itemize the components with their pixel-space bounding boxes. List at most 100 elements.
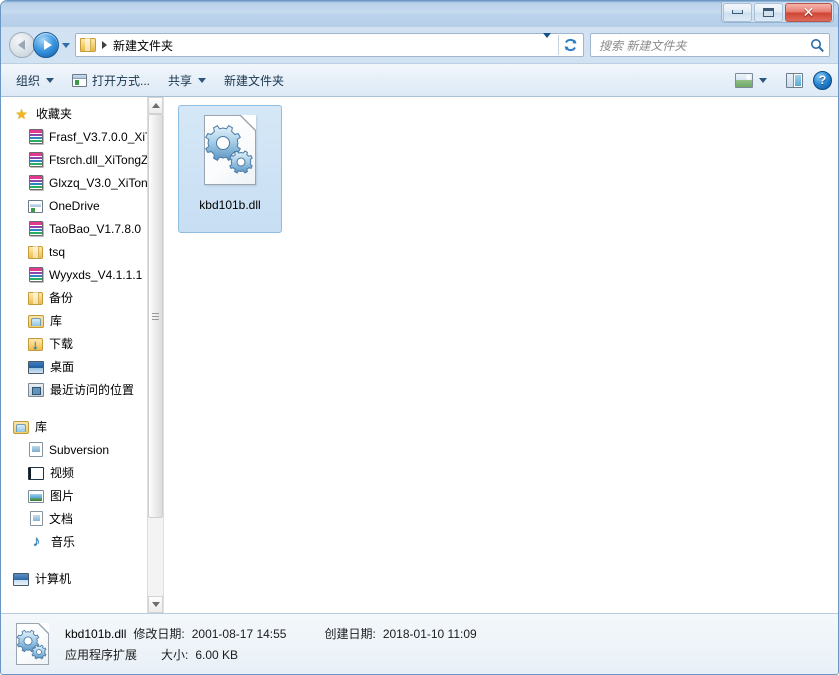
sidebar-item-wyyxds[interactable]: Wyyxds_V4.1.1.1 xyxy=(1,263,163,286)
onedrive-icon xyxy=(28,200,43,213)
folder-icon xyxy=(28,292,43,305)
details-text: kbd101b.dll 修改日期: 2001-08-17 14:55 创建日期:… xyxy=(65,625,477,663)
back-arrow-icon xyxy=(17,40,25,50)
open-with-button[interactable]: 打开方式... xyxy=(63,68,159,92)
sidebar-item-recent-places[interactable]: 最近访问的位置 xyxy=(1,378,163,401)
organize-button[interactable]: 组织 xyxy=(7,68,63,92)
preview-pane-icon[interactable] xyxy=(786,72,803,88)
sidebar-item-videos[interactable]: 视频 xyxy=(1,461,163,484)
sidebar-item-taobao[interactable]: TaoBao_V1.7.8.0 xyxy=(1,217,163,240)
navigation-scrollbar[interactable] xyxy=(147,97,163,613)
view-mode-icon xyxy=(735,72,753,88)
sidebar-item-ftsrch[interactable]: Ftsrch.dll_XiTongZhiJia xyxy=(1,148,163,171)
chevron-down-icon xyxy=(62,42,70,48)
file-item-kbd101b[interactable]: kbd101b.dll xyxy=(178,105,282,233)
breadcrumb-path[interactable]: 新建文件夹 xyxy=(113,37,173,54)
sidebar-group-label: 计算机 xyxy=(35,572,72,586)
grip-icon xyxy=(152,312,159,320)
sidebar-item-label: Glxzq_V3.0_XiTongZhiJia xyxy=(49,175,163,190)
new-folder-label: 新建文件夹 xyxy=(224,73,285,88)
maximize-button[interactable] xyxy=(754,2,783,22)
details-row-primary: kbd101b.dll 修改日期: 2001-08-17 14:55 创建日期:… xyxy=(65,625,477,642)
chevron-down-icon xyxy=(151,602,160,607)
library-icon xyxy=(13,421,29,434)
sidebar-item-desktop[interactable]: 桌面 xyxy=(1,355,163,378)
sidebar-item-label: Ftsrch.dll_XiTongZhiJia xyxy=(49,152,163,167)
sidebar-item-tsq[interactable]: tsq xyxy=(1,240,163,263)
video-icon xyxy=(28,467,44,480)
rar-archive-icon xyxy=(29,221,43,236)
address-dropdown-button[interactable] xyxy=(536,33,558,52)
scroll-up-button[interactable] xyxy=(148,97,163,114)
sidebar-group-libraries[interactable]: 库 xyxy=(1,415,163,438)
change-view-button[interactable] xyxy=(726,68,776,92)
file-type-value: 应用程序扩展 xyxy=(65,648,138,662)
address-row: 新建文件夹 搜索 新建文件夹 xyxy=(1,27,838,63)
sidebar-item-label: 库 xyxy=(50,314,63,328)
sidebar-item-label: 音乐 xyxy=(51,535,76,549)
window-controls: ✕ xyxy=(721,2,834,23)
toolbar-right-group: ? xyxy=(726,68,832,92)
star-icon: ★ xyxy=(15,105,28,122)
divider xyxy=(1,553,163,567)
close-button[interactable]: ✕ xyxy=(785,2,832,22)
folder-icon xyxy=(28,246,43,259)
sidebar-group-computer[interactable]: 计算机 xyxy=(1,567,163,590)
sidebar-item-documents[interactable]: 文档 xyxy=(1,507,163,530)
file-list-view[interactable]: kbd101b.dll xyxy=(164,97,838,613)
sidebar-item-ku[interactable]: 库 xyxy=(1,309,163,332)
recent-places-icon xyxy=(28,383,44,397)
sidebar-item-glxzq[interactable]: Glxzq_V3.0_XiTongZhiJia xyxy=(1,171,163,194)
sidebar-item-frasf[interactable]: Frasf_V3.7.0.0_XiTongZhiJia xyxy=(1,125,163,148)
sidebar-item-label: 桌面 xyxy=(50,360,75,374)
library-icon xyxy=(28,315,44,328)
downloads-icon xyxy=(28,337,43,352)
breadcrumb-separator-icon xyxy=(102,41,107,49)
gears-icon xyxy=(205,125,253,174)
back-button[interactable] xyxy=(9,32,35,58)
sidebar-item-onedrive[interactable]: OneDrive xyxy=(1,194,163,217)
sidebar-item-label: 备份 xyxy=(49,291,74,305)
created-date-label: 创建日期: xyxy=(324,627,376,641)
scroll-down-button[interactable] xyxy=(148,596,163,613)
sidebar-item-label: tsq xyxy=(49,244,66,259)
forward-button[interactable] xyxy=(33,32,59,58)
scrollbar-thumb[interactable] xyxy=(148,114,163,518)
close-icon: ✕ xyxy=(802,4,815,20)
size-label: 大小: xyxy=(161,648,189,662)
share-button[interactable]: 共享 xyxy=(159,68,215,92)
history-dropdown-button[interactable] xyxy=(59,32,73,58)
search-icon xyxy=(811,38,824,52)
documents-icon xyxy=(30,511,43,526)
sidebar-item-label: 图片 xyxy=(50,489,75,503)
scrollbar-track[interactable] xyxy=(148,114,163,596)
rar-archive-icon xyxy=(29,267,43,282)
sidebar-item-music[interactable]: ♪ 音乐 xyxy=(1,530,163,553)
refresh-button[interactable] xyxy=(559,33,581,57)
desktop-icon xyxy=(28,361,44,374)
music-icon: ♪ xyxy=(32,532,41,550)
help-icon[interactable]: ? xyxy=(813,70,832,90)
sidebar-group-label: 库 xyxy=(35,420,48,434)
sidebar-group-label: 收藏夹 xyxy=(36,107,73,121)
refresh-icon xyxy=(564,38,576,52)
search-box[interactable]: 搜索 新建文件夹 xyxy=(590,33,830,57)
sidebar-item-subversion[interactable]: Subversion xyxy=(1,438,163,461)
open-with-label: 打开方式... xyxy=(92,73,151,88)
sidebar-item-label: 下载 xyxy=(49,337,74,351)
sidebar-item-downloads[interactable]: 下载 xyxy=(1,332,163,355)
gears-icon xyxy=(16,629,47,660)
details-file-name: kbd101b.dll xyxy=(65,627,127,641)
sidebar-group-favorites[interactable]: ★ 收藏夹 xyxy=(1,102,163,125)
minimize-button[interactable] xyxy=(723,2,752,22)
sidebar-item-beifen[interactable]: 备份 xyxy=(1,286,163,309)
details-pane: kbd101b.dll 修改日期: 2001-08-17 14:55 创建日期:… xyxy=(1,613,838,674)
navigation-pane: ★ 收藏夹 Frasf_V3.7.0.0_XiTongZhiJia Ftsrch… xyxy=(1,97,164,613)
rar-archive-icon xyxy=(29,129,43,144)
address-bar[interactable]: 新建文件夹 xyxy=(75,33,584,57)
sidebar-item-pictures[interactable]: 图片 xyxy=(1,484,163,507)
new-folder-button[interactable]: 新建文件夹 xyxy=(215,68,293,92)
rar-archive-icon xyxy=(29,152,43,167)
search-input[interactable]: 搜索 新建文件夹 xyxy=(599,37,810,54)
share-label: 共享 xyxy=(168,73,193,88)
